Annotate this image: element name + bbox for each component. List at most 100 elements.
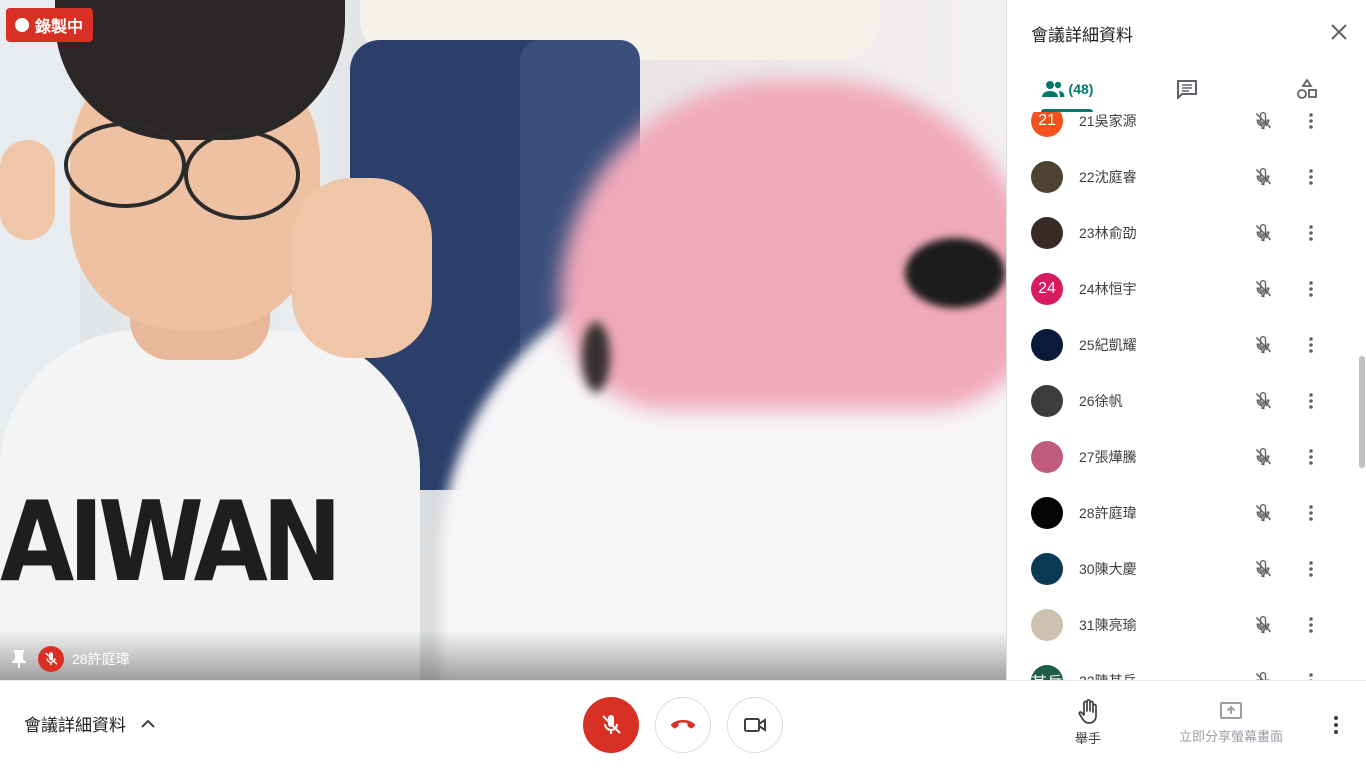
participant-row[interactable]: 其岳 32陳其岳 [1007,653,1366,680]
avatar-initials: 其岳 [1031,669,1063,680]
mic-off-icon[interactable] [1251,613,1275,637]
panel-title: 會議詳細資料 [1031,26,1133,45]
participant-row[interactable]: 25紀凱耀 [1007,317,1366,373]
avatar: 21 [1031,112,1063,137]
mic-off-icon[interactable] [1251,445,1275,469]
activities-icon [1297,78,1317,99]
meeting-details-toggle[interactable]: 會議詳細資料 [24,711,156,736]
hand-icon [1078,699,1097,724]
mic-off-icon [602,715,621,734]
video-person-glasses [184,130,300,220]
pin-icon[interactable] [8,646,30,672]
avatar-initials: 21 [1038,112,1056,129]
more-vert-icon [1334,716,1338,734]
mic-off-icon[interactable] [1251,277,1275,301]
avatar [1031,441,1063,473]
mic-off-icon[interactable] [1251,221,1275,245]
participant-name: 25紀凱耀 [1079,337,1137,353]
record-dot-icon [15,18,29,32]
more-vert-icon[interactable] [1299,613,1323,637]
people-count: (48) [1068,81,1094,97]
hang-up-icon [671,720,695,729]
recording-label: 錄製中 [35,19,84,36]
avatar: 24 [1031,273,1063,305]
camera-toggle-button[interactable] [727,697,783,753]
avatar [1031,497,1063,529]
video-shirt-print: AIWAN [0,477,342,607]
avatar [1031,329,1063,361]
tab-activities[interactable] [1247,66,1366,112]
more-vert-icon[interactable] [1299,389,1323,413]
participant-name: 22沈庭睿 [1079,169,1137,185]
video-shade [0,630,1006,680]
participant-list: 21 21吳家源 22沈庭睿 23林俞劭 24 24林恒宇 25紀凱耀 26徐帆 27張燁騰 28… [1007,112,1366,680]
mic-off-icon [38,646,64,672]
meeting-details-label: 會議詳細資料 [24,716,126,735]
video-plush-toy [905,238,1005,308]
more-vert-icon[interactable] [1299,557,1323,581]
participant-name: 30陳大慶 [1079,561,1137,577]
more-vert-icon[interactable] [1299,445,1323,469]
mic-off-icon[interactable] [1251,165,1275,189]
participant-row[interactable]: 21 21吳家源 [1007,112,1366,149]
video-camera-icon [744,718,766,732]
avatar [1031,217,1063,249]
meeting-details-panel: 會議詳細資料 (48) 21 21吳家源 22沈庭睿 23林俞劭 24 24林恒… [1006,0,1366,680]
mic-off-icon[interactable] [1251,557,1275,581]
more-vert-icon[interactable] [1299,165,1323,189]
participant-row[interactable]: 27張燁騰 [1007,429,1366,485]
more-vert-icon[interactable] [1299,221,1323,245]
more-vert-icon[interactable] [1299,333,1323,357]
raise-hand-button[interactable]: 舉手 [1060,699,1116,747]
participant-row[interactable]: 23林俞劭 [1007,205,1366,261]
participant-name: 27張燁騰 [1079,449,1137,465]
participant-list-items: 21 21吳家源 22沈庭睿 23林俞劭 24 24林恒宇 25紀凱耀 26徐帆 27張燁騰 28… [1007,112,1366,680]
main-video-tile: AIWAN 錄製中 28許庭瑋 [0,0,1006,680]
participant-name: 31陳亮瑜 [1079,617,1137,633]
participant-name: 24林恒宇 [1079,281,1137,297]
participant-row[interactable]: 22沈庭睿 [1007,149,1366,205]
more-vert-icon[interactable] [1299,277,1323,301]
participant-name: 32陳其岳 [1079,671,1137,680]
participant-row[interactable]: 24 24林恒宇 [1007,261,1366,317]
more-options-button[interactable] [1322,711,1350,739]
avatar [1031,553,1063,585]
panel-scrollbar[interactable] [1359,356,1365,468]
avatar-initials: 24 [1038,280,1056,297]
more-vert-icon[interactable] [1299,112,1323,133]
participant-name: 28許庭瑋 [1079,505,1137,521]
video-person-glasses [64,122,186,208]
video-plush-toy [582,322,610,392]
people-icon [1041,81,1065,97]
tile-name-tag: 28許庭瑋 [8,646,130,672]
mic-off-icon[interactable] [1251,669,1275,680]
tab-chat[interactable] [1127,66,1247,112]
tab-people[interactable]: (48) [1007,66,1127,112]
mic-off-icon[interactable] [1251,501,1275,525]
chat-icon [1177,80,1197,99]
leave-call-button[interactable] [655,697,711,753]
panel-tabs: (48) [1007,66,1366,112]
participant-row[interactable]: 31陳亮瑜 [1007,597,1366,653]
close-panel-button[interactable] [1325,18,1353,46]
close-icon [1331,24,1347,40]
microphone-toggle-button[interactable] [583,697,639,753]
present-now-button[interactable]: 立即分享螢幕畫面 [1170,701,1292,745]
participant-name: 26徐帆 [1079,393,1123,409]
raise-hand-label: 舉手 [1074,731,1101,746]
mic-off-icon[interactable] [1251,112,1275,133]
mic-off-icon[interactable] [1251,389,1275,413]
avatar [1031,609,1063,641]
video-person-hand [292,178,432,358]
more-vert-icon[interactable] [1299,669,1323,680]
participant-row[interactable]: 28許庭瑋 [1007,485,1366,541]
participant-row[interactable]: 26徐帆 [1007,373,1366,429]
present-screen-icon [1220,702,1242,719]
more-vert-icon[interactable] [1299,501,1323,525]
participant-row[interactable]: 30陳大慶 [1007,541,1366,597]
avatar: 其岳 [1031,665,1063,680]
mic-off-icon[interactable] [1251,333,1275,357]
video-person-hand [0,140,55,240]
recording-badge: 錄製中 [6,8,94,42]
bottom-control-bar: 會議詳細資料 舉手 立即分享螢幕畫面 [0,680,1366,768]
